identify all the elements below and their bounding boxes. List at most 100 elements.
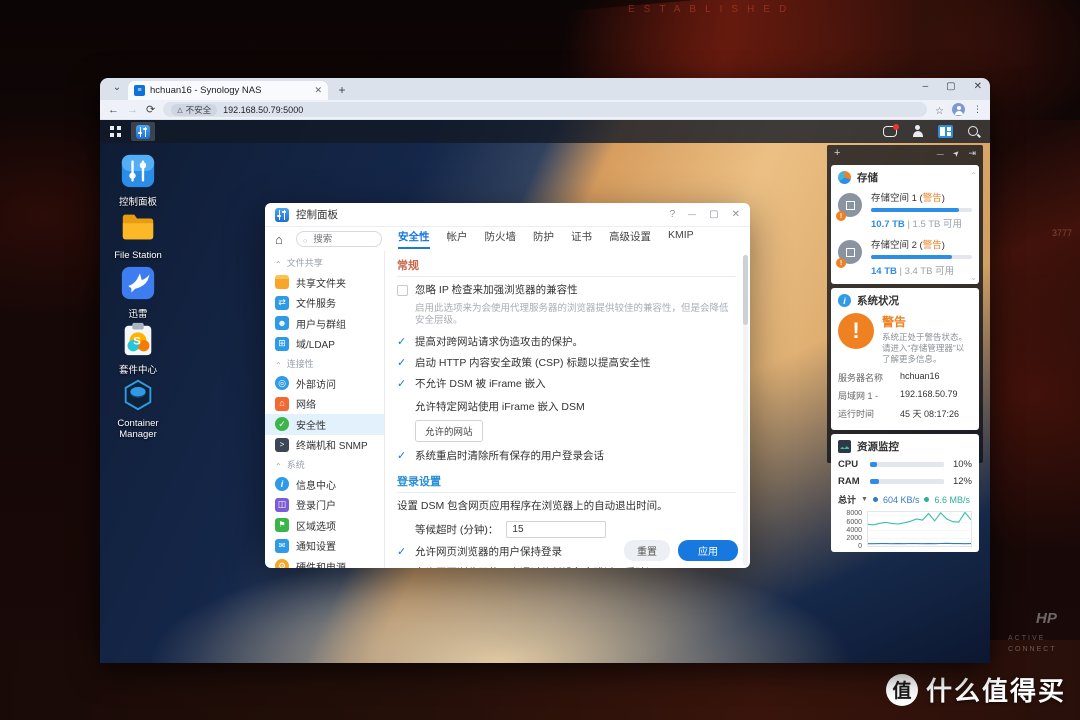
tab-certificate[interactable]: 证书 — [571, 229, 592, 249]
tab-firewall[interactable]: 防火墙 — [485, 229, 517, 249]
sidebar-section-system[interactable]: 系统 — [265, 455, 384, 474]
window-close-icon[interactable] — [974, 81, 982, 93]
timeout-label: 等候超时 (分钟)： — [415, 522, 498, 537]
security-shield-icon — [275, 417, 289, 431]
checkbox-label: 提高对跨网站请求伪造攻击的保护。 — [415, 336, 583, 349]
file-services-icon — [275, 296, 289, 310]
watermark: 值 什么值得买 — [886, 671, 1066, 708]
desktop-icon-xunlei[interactable]: 迅雷 — [100, 264, 176, 320]
sidebar-item-security[interactable]: 安全性 — [265, 414, 384, 435]
back-icon[interactable]: ← — [108, 104, 119, 116]
control-panel-titlebar[interactable]: 控制面板 — [265, 203, 750, 227]
sidebar-item-user-group[interactable]: 用户与群组 — [265, 313, 384, 334]
timeout-input[interactable] — [506, 521, 606, 538]
chevron-down-icon[interactable]: ⌄ — [970, 273, 977, 282]
app-menu-icon[interactable] — [110, 126, 121, 137]
sidebar-item-network[interactable]: 网络 — [265, 394, 384, 415]
maximize-icon[interactable] — [709, 209, 718, 220]
plus-icon[interactable] — [834, 147, 840, 159]
widgets-icon[interactable] — [938, 125, 953, 138]
search-icon[interactable] — [967, 125, 980, 138]
checkbox-ignore-ip[interactable] — [397, 285, 408, 296]
desktop-icon-control-panel[interactable]: 控制面板 — [100, 152, 176, 208]
tab-security[interactable]: 安全性 — [398, 229, 430, 249]
content-scrollbar[interactable] — [743, 255, 748, 565]
svg-text:S: S — [133, 336, 141, 348]
tab-protection[interactable]: 防护 — [533, 229, 554, 249]
sidebar-item-file-services[interactable]: 文件服务 — [265, 293, 384, 314]
domain-ldap-icon — [275, 337, 289, 351]
reload-icon[interactable]: ⟳ — [146, 103, 155, 116]
sidebar-item-login-portal[interactable]: 登录门户 — [265, 495, 384, 516]
checkbox-csrf-protection[interactable] — [397, 337, 408, 348]
row-label: 局域网 1 - — [838, 389, 900, 402]
search-box[interactable] — [296, 231, 382, 247]
shared-folder-icon — [275, 275, 289, 289]
desktop-icon-package-center[interactable]: S 套件中心 — [100, 320, 176, 376]
desktop-icon-container-manager[interactable]: Container Manager — [100, 376, 176, 440]
browser-tab[interactable]: hchuan16 - Synology NAS — [128, 81, 328, 100]
tab-close-icon[interactable] — [314, 85, 322, 96]
chat-icon[interactable] — [883, 126, 897, 137]
tab-advanced[interactable]: 高级设置 — [609, 229, 651, 249]
control-panel-app-icon[interactable] — [131, 122, 155, 141]
sidebar-item-label: 信息中心 — [296, 477, 336, 492]
dock-icon[interactable] — [968, 148, 976, 159]
sidebar-item-info-center[interactable]: 信息中心 — [265, 474, 384, 495]
checkbox-label: 允许网页浏览器的用户保持登录 — [415, 546, 562, 559]
widget-minimize-icon[interactable] — [937, 148, 944, 159]
search-input[interactable] — [311, 233, 375, 246]
network-total-row[interactable]: 总计▼ 604 KB/s 6.6 MB/s — [838, 493, 972, 506]
sidebar-section-connectivity[interactable]: 连接性 — [265, 354, 384, 373]
forward-icon[interactable]: → — [127, 104, 138, 116]
chevron-up-icon[interactable]: ⌃ — [970, 171, 977, 180]
checkbox-stay-signed-in[interactable] — [397, 547, 408, 558]
widget-panel-header — [827, 145, 983, 161]
home-icon[interactable] — [275, 233, 288, 246]
tab-account[interactable]: 帐户 — [447, 229, 468, 249]
minimize-icon[interactable] — [688, 209, 696, 220]
close-icon[interactable] — [732, 209, 740, 220]
upload-value: 604 KB/s — [883, 495, 920, 505]
sidebar-item-notification[interactable]: 通知设置 — [265, 536, 384, 557]
window-minimize-icon[interactable] — [923, 81, 929, 93]
window-maximize-icon[interactable] — [946, 81, 955, 93]
pin-icon[interactable] — [953, 148, 960, 159]
health-message: 系统正处于警告状态。请进入“存储管理器”以了解更多信息。 — [882, 332, 972, 365]
allowed-sites-button[interactable]: 允许的网站 — [415, 420, 483, 442]
sidebar-item-shared-folder[interactable]: 共享文件夹 — [265, 272, 384, 293]
help-icon[interactable] — [670, 209, 676, 220]
storage-volume-2[interactable]: 存储空间 2 (警告) 14 TB | 3.4 TB 可用 ⌄ — [838, 237, 972, 277]
sidebar-item-external-access[interactable]: 外部访问 — [265, 373, 384, 394]
new-tab-icon[interactable] — [334, 82, 350, 98]
desktop-icon-label: File Station — [100, 250, 176, 261]
tab-search-icon[interactable] — [108, 80, 126, 98]
desktop-icon-file-station[interactable]: File Station — [100, 208, 176, 261]
checkbox-csp[interactable] — [397, 358, 408, 369]
package-center-icon: S — [119, 320, 157, 358]
checkbox-iframe[interactable] — [397, 379, 408, 390]
sidebar-item-terminal-snmp[interactable]: 终端机和 SNMP — [265, 435, 384, 456]
sidebar-item-hardware-power[interactable]: 硬件和电源 — [265, 556, 384, 568]
storage-volume-1[interactable]: 存储空间 1 (警告) 10.7 TB | 1.5 TB 可用 ⌃ — [838, 190, 972, 230]
star-icon[interactable] — [935, 101, 944, 119]
security-badge[interactable]: 不安全 — [171, 104, 217, 116]
sidebar-item-domain-ldap[interactable]: 域/LDAP — [265, 334, 384, 355]
container-manager-icon — [119, 376, 157, 414]
regional-options-icon — [275, 518, 289, 532]
apply-button[interactable]: 应用 — [678, 540, 738, 561]
url-text: 192.168.50.79:5000 — [223, 105, 303, 115]
reset-button[interactable]: 重置 — [624, 540, 670, 561]
ram-row: RAM12% — [838, 476, 972, 487]
menu-dots-icon[interactable] — [973, 104, 982, 115]
checkbox-clear-sessions[interactable] — [397, 451, 408, 462]
security-content: 常规 忽略 IP 检查来加强浏览器的兼容性 启用此选项来为会使用代理服务器的浏览… — [385, 251, 750, 568]
address-bar[interactable]: 不安全 192.168.50.79:5000 — [163, 102, 927, 117]
user-icon[interactable] — [911, 125, 924, 138]
sidebar-section-file-sharing[interactable]: 文件共享 — [265, 253, 384, 272]
checkbox-label: 系统重启时清除所有保存的用户登录会话 — [415, 450, 604, 463]
profile-avatar[interactable] — [952, 103, 965, 116]
tab-kmip[interactable]: KMIP — [668, 229, 694, 249]
sidebar-item-regional-options[interactable]: 区域选项 — [265, 515, 384, 536]
health-row-server-name: 服务器名称hchuan16 — [838, 371, 972, 384]
